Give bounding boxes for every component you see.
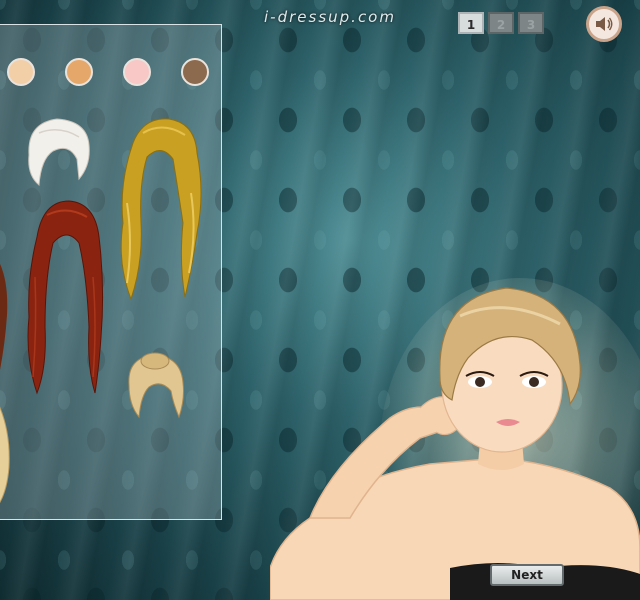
skin-swatch-tan[interactable] [65, 58, 93, 86]
page-tab-3[interactable]: 3 [518, 12, 544, 34]
doll-model [270, 278, 640, 600]
site-logo: i-dressup.com [264, 8, 396, 26]
hair-blonde-updo[interactable] [123, 351, 187, 421]
sound-toggle-button[interactable] [586, 6, 622, 42]
hair-short-white-bob[interactable] [19, 115, 95, 191]
next-button[interactable]: Next [490, 564, 564, 586]
wardrobe-panel [0, 24, 222, 520]
page-tab-2[interactable]: 2 [488, 12, 514, 34]
hair-long-red-straight[interactable] [21, 197, 107, 397]
page-tab-1[interactable]: 1 [458, 12, 484, 34]
skin-swatch-pink[interactable] [123, 58, 151, 86]
skin-swatch-brown[interactable] [181, 58, 209, 86]
page-tabs: 1 2 3 [458, 12, 544, 34]
skin-swatch-light[interactable] [7, 58, 35, 86]
hair-long-golden-wavy[interactable] [113, 113, 209, 303]
hair-partial-blonde[interactable] [0, 397, 17, 507]
speaker-icon [596, 17, 613, 31]
hair-partial-brown[interactable] [0, 255, 15, 375]
